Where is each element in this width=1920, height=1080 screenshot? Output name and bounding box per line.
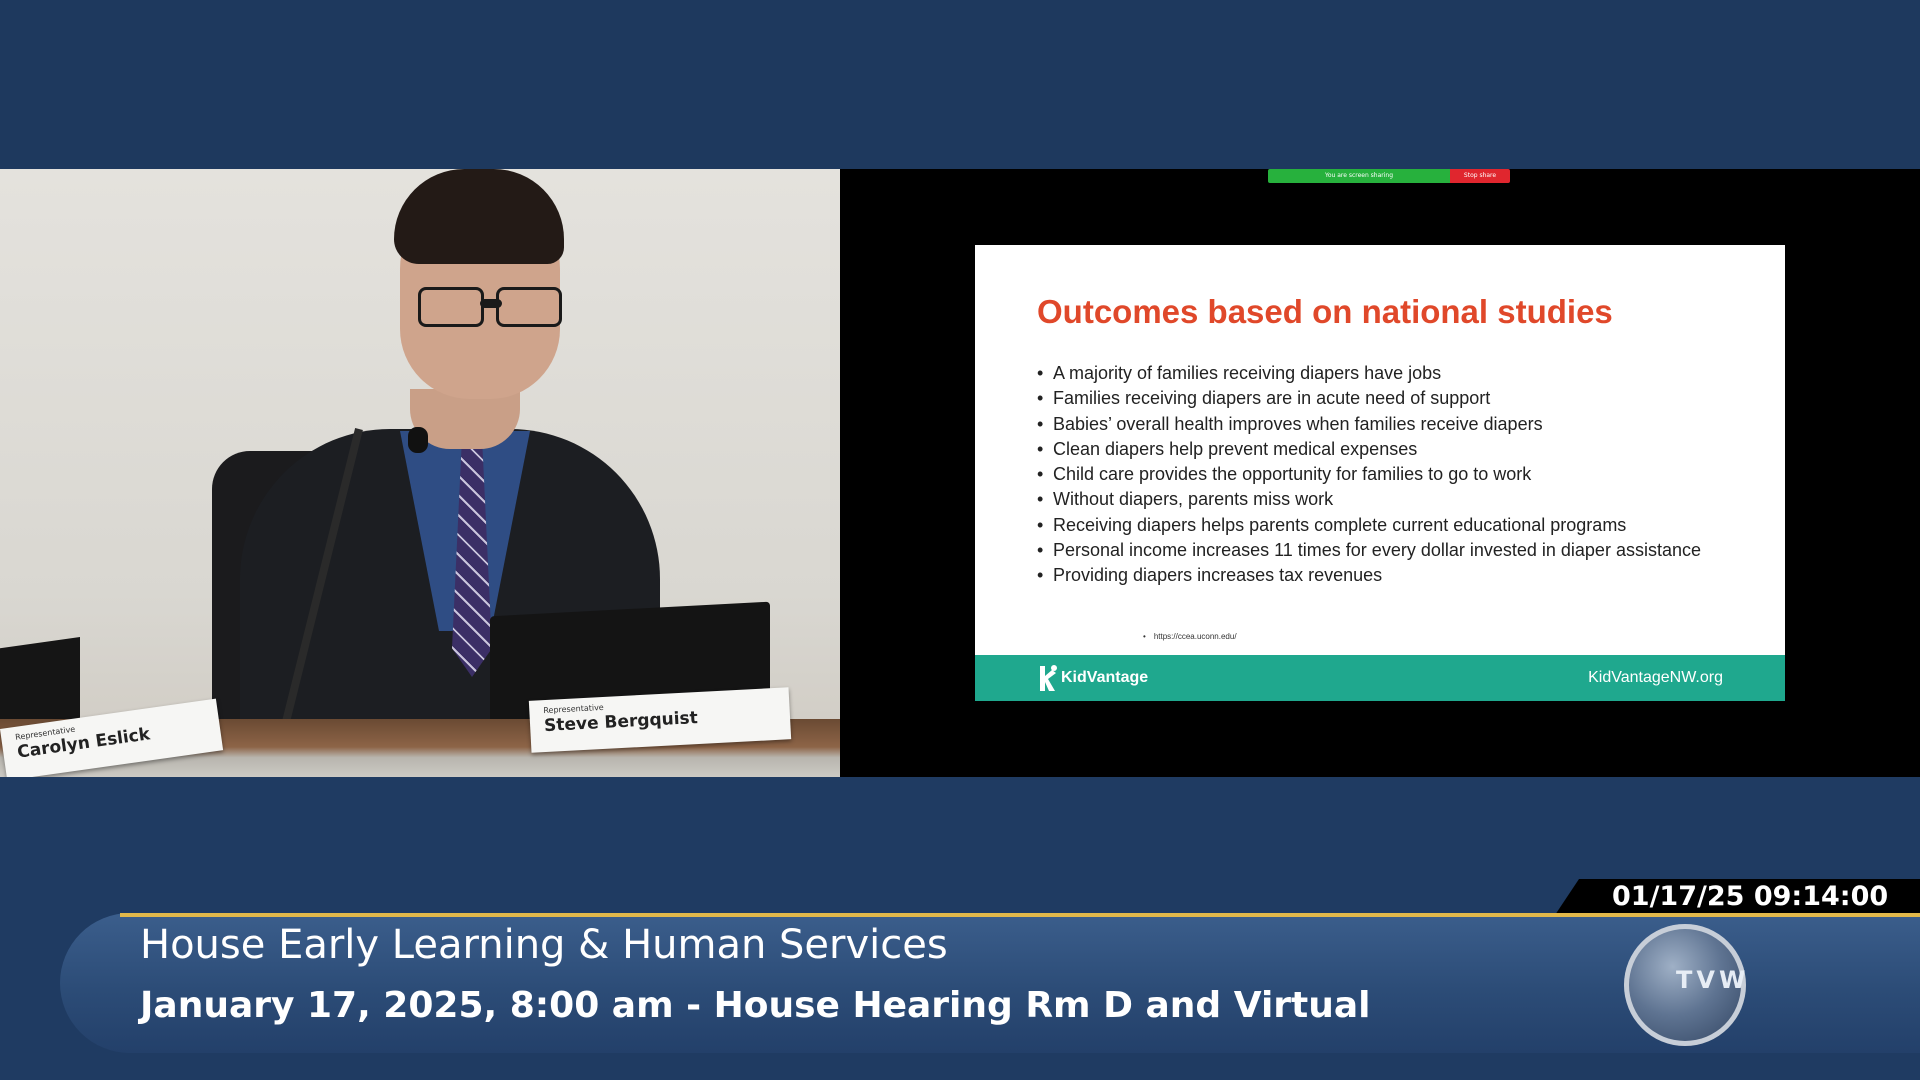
stop-share-button[interactable]: Stop share xyxy=(1450,169,1510,183)
lower-third-accent-line xyxy=(120,913,1920,917)
slide-bullet: A majority of families receiving diapers… xyxy=(1037,364,1757,382)
kidvantage-figure-icon xyxy=(1040,665,1057,691)
camera-feed: Representative Carolyn Eslick Representa… xyxy=(0,169,840,777)
microphone-head xyxy=(408,427,428,453)
broadcast-timestamp: 01/17/25 09:14:00 AM xyxy=(1612,881,1889,948)
slide-bullet: Families receiving diapers are in acute … xyxy=(1037,389,1757,407)
slide-bullet: Providing diapers increases tax revenues xyxy=(1037,566,1757,584)
slide-source-link: https://ccea.uconn.edu/ xyxy=(1143,632,1237,641)
slide-bullet: Without diapers, parents miss work xyxy=(1037,490,1757,508)
presentation-slide: Outcomes based on national studies A maj… xyxy=(975,245,1785,701)
slide-bullet: Child care provides the opportunity for … xyxy=(1037,465,1757,483)
hearing-date-location: January 17, 2025, 8:00 am - House Hearin… xyxy=(140,985,1371,1026)
screen-sharing-indicator[interactable]: You are screen sharing xyxy=(1268,169,1450,183)
speaker-hair xyxy=(394,169,564,264)
slide-bullet: Clean diapers help prevent medical expen… xyxy=(1037,440,1757,458)
kidvantage-url: KidVantageNW.org xyxy=(1588,669,1723,686)
slide-bullet: Personal income increases 11 times for e… xyxy=(1037,541,1757,559)
slide-bullet-list: A majority of families receiving diapers… xyxy=(1037,364,1757,593)
top-background xyxy=(0,0,1920,169)
hearing-committee-title: House Early Learning & Human Services xyxy=(140,922,948,968)
slide-footer: KidVantage KidVantageNW.org xyxy=(975,655,1785,701)
slide-title: Outcomes based on national studies xyxy=(1037,293,1613,330)
slide-bullet: Babies’ overall health improves when fam… xyxy=(1037,415,1757,433)
kidvantage-logo-text: KidVantage xyxy=(1061,669,1149,686)
zoom-share-toolbar: You are screen sharing Stop share xyxy=(1268,169,1510,183)
tvw-logo-text: TVW xyxy=(1676,966,1750,994)
kidvantage-logo: KidVantage xyxy=(1037,665,1148,691)
speaker-glasses xyxy=(418,287,568,327)
slide-bullet: Receiving diapers helps parents complete… xyxy=(1037,516,1757,534)
